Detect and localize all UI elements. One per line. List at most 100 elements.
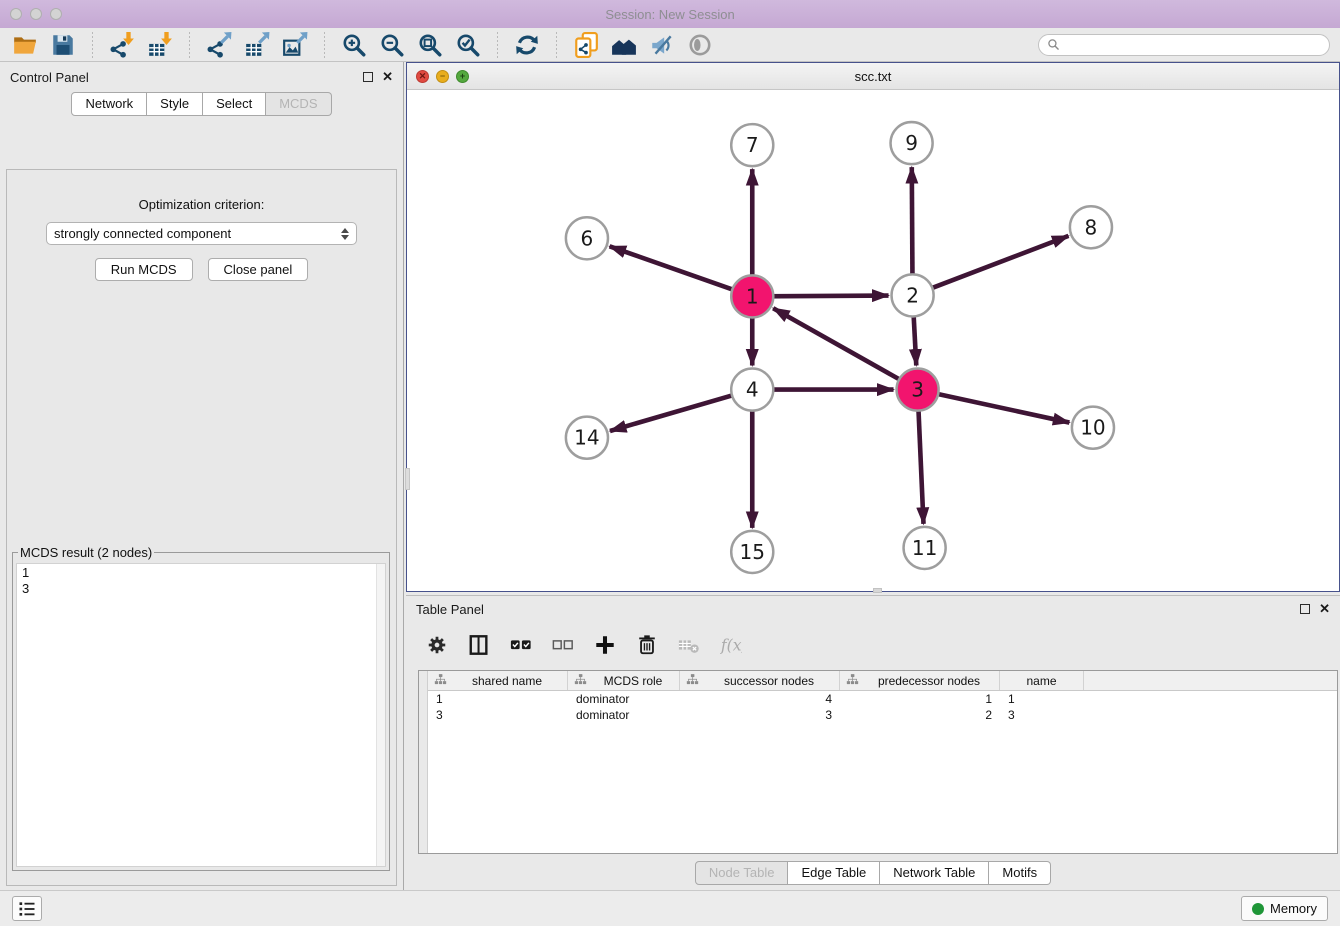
column-header-successor-nodes[interactable]: successor nodes	[680, 671, 840, 690]
node-table: shared nameMCDS rolesuccessor nodesprede…	[418, 670, 1338, 854]
table-toolbar: f(x)	[406, 622, 1340, 668]
close-panel-button[interactable]: Close panel	[208, 258, 309, 281]
home-button[interactable]	[609, 30, 639, 60]
tab-select[interactable]: Select	[203, 92, 266, 116]
graph-edge-2-8[interactable]	[913, 236, 1069, 296]
status-bar: Memory	[0, 890, 1340, 926]
select-all-checkboxes-button[interactable]	[508, 632, 534, 658]
export-image-button[interactable]	[280, 30, 310, 60]
float-window-icon[interactable]	[1300, 604, 1310, 614]
graph-node-6[interactable]: 6	[566, 217, 608, 259]
export-table-button[interactable]	[242, 30, 272, 60]
graph-node-1[interactable]: 1	[731, 275, 773, 317]
search-input[interactable]	[1065, 38, 1321, 52]
export-network-button[interactable]	[204, 30, 234, 60]
zoom-fit-icon	[417, 32, 443, 58]
graph-node-label: 9	[905, 131, 918, 155]
result-scrollbar[interactable]	[376, 564, 385, 866]
graph-node-15[interactable]: 15	[731, 531, 773, 573]
column-selector-icon	[468, 634, 490, 656]
search-box	[1038, 34, 1330, 56]
graph-node-4[interactable]: 4	[731, 369, 773, 411]
delete-columns-button[interactable]	[634, 632, 660, 658]
graph-edge-3-1[interactable]	[773, 308, 917, 389]
toolbar-separator	[556, 32, 557, 58]
import-table-icon	[147, 32, 173, 58]
clone-network-button[interactable]	[571, 30, 601, 60]
column-header-mcds-role[interactable]: MCDS role	[568, 671, 680, 690]
memory-button[interactable]: Memory	[1241, 896, 1328, 921]
zoom-fit-button[interactable]	[415, 30, 445, 60]
mcds-result-text[interactable]: 13	[17, 564, 376, 866]
graph-node-9[interactable]: 9	[891, 122, 933, 164]
task-history-button[interactable]	[12, 896, 42, 921]
dropdown-value: strongly connected component	[54, 226, 231, 241]
column-header-shared-name[interactable]: shared name	[428, 671, 568, 690]
graph-node-label: 10	[1080, 416, 1105, 440]
settings-gear-button[interactable]	[424, 632, 450, 658]
graph-node-label: 7	[746, 133, 759, 157]
graph-node-3[interactable]: 3	[897, 369, 939, 411]
import-network-button[interactable]	[107, 30, 137, 60]
graph-edge-3-10[interactable]	[918, 390, 1070, 423]
graph-edge-1-6[interactable]	[610, 246, 753, 296]
import-network-icon	[109, 32, 135, 58]
refresh-button[interactable]	[512, 30, 542, 60]
graph-node-label: 6	[581, 226, 594, 250]
table-cell[interactable]: 2	[840, 707, 1000, 723]
optimization-criterion-dropdown[interactable]: strongly connected component	[46, 222, 357, 245]
table-row[interactable]: 3dominator323	[428, 707, 1337, 723]
mcds-result-group: MCDS result (2 nodes) 13	[12, 545, 390, 871]
splitter-handle[interactable]	[873, 588, 882, 593]
table-cell[interactable]: dominator	[568, 707, 680, 723]
tab-edge-table[interactable]: Edge Table	[788, 861, 880, 885]
table-cell[interactable]: 3	[1000, 707, 1084, 723]
zoom-out-button[interactable]	[377, 30, 407, 60]
zoom-in-button[interactable]	[339, 30, 369, 60]
titlebar: Session: New Session	[0, 0, 1340, 28]
table-cell[interactable]: 1	[428, 691, 568, 707]
save-session-button[interactable]	[48, 30, 78, 60]
add-column-button[interactable]	[592, 632, 618, 658]
import-table-button[interactable]	[145, 30, 175, 60]
column-header-predecessor-nodes[interactable]: predecessor nodes	[840, 671, 1000, 690]
table-cell[interactable]: 1	[840, 691, 1000, 707]
graph-node-2[interactable]: 2	[892, 274, 934, 316]
tab-node-table[interactable]: Node Table	[695, 861, 789, 885]
graph-node-label: 2	[906, 283, 919, 307]
close-panel-icon[interactable]: ✕	[382, 72, 393, 82]
graph-node-7[interactable]: 7	[731, 124, 773, 166]
open-file-button[interactable]	[10, 30, 40, 60]
table-cell[interactable]: 4	[680, 691, 840, 707]
deselect-all-checkboxes-button[interactable]	[550, 632, 576, 658]
tab-mcds[interactable]: MCDS	[266, 92, 331, 116]
mcds-result-line: 3	[22, 581, 371, 597]
graph-node-14[interactable]: 14	[566, 417, 608, 459]
table-cell[interactable]: dominator	[568, 691, 680, 707]
close-panel-icon[interactable]: ✕	[1319, 604, 1330, 614]
tab-style[interactable]: Style	[147, 92, 203, 116]
show-hide-graphics-button[interactable]	[685, 30, 715, 60]
graph-node-label: 14	[574, 426, 599, 450]
network-canvas[interactable]: 7 9 6 8 1 2 4 3 14 10 15 11	[407, 90, 1339, 591]
tab-network[interactable]: Network	[71, 92, 147, 116]
graph-node-11[interactable]: 11	[904, 527, 946, 569]
network-window-titlebar: ✕ − + scc.txt	[407, 63, 1339, 90]
table-cell[interactable]: 3	[428, 707, 568, 723]
network-window-title: scc.txt	[407, 69, 1339, 84]
graph-node-8[interactable]: 8	[1070, 206, 1112, 248]
run-mcds-button[interactable]: Run MCDS	[95, 258, 193, 281]
tab-network-table[interactable]: Network Table	[880, 861, 989, 885]
graph-node-10[interactable]: 10	[1072, 407, 1114, 449]
tab-motifs[interactable]: Motifs	[989, 861, 1051, 885]
table-cell[interactable]: 1	[1000, 691, 1084, 707]
float-window-icon[interactable]	[363, 72, 373, 82]
vertical-splitter-handle[interactable]	[405, 468, 410, 490]
column-header-name[interactable]: name	[1000, 671, 1084, 690]
table-row[interactable]: 1dominator411	[428, 691, 1337, 707]
table-cell[interactable]: 3	[680, 707, 840, 723]
hide-annotations-button[interactable]	[647, 30, 677, 60]
zoom-selected-button[interactable]	[453, 30, 483, 60]
table-panel-header: Table Panel ✕	[406, 596, 1340, 622]
column-selector-button[interactable]	[466, 632, 492, 658]
